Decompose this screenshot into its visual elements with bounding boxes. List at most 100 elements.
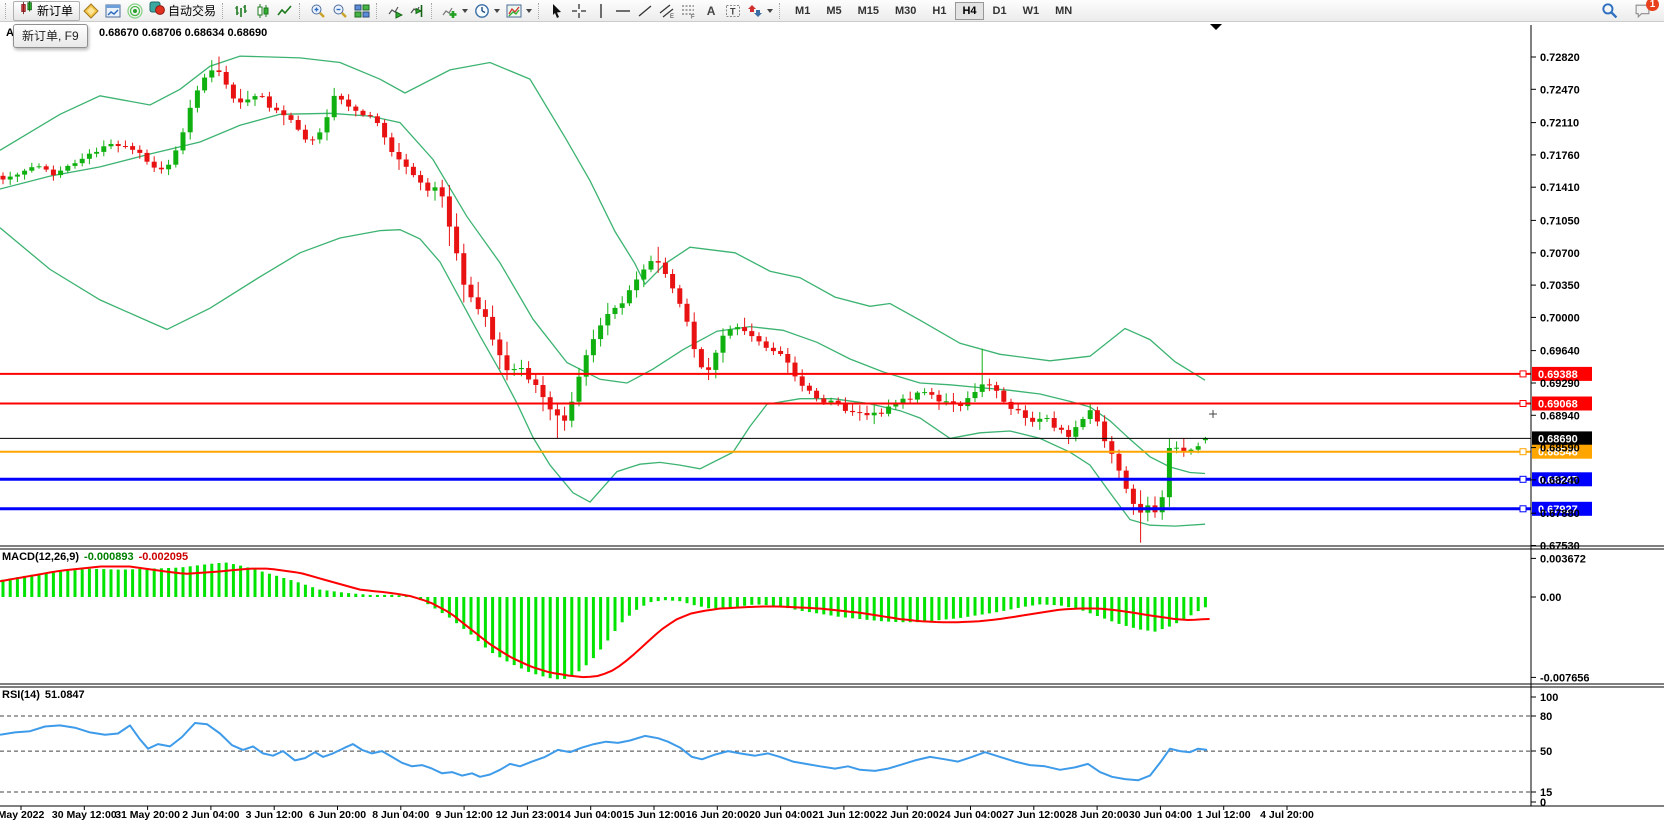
market-window-button[interactable]: [102, 1, 124, 21]
svg-text:0.69290: 0.69290: [1540, 378, 1580, 390]
candlestick-chart-type-button[interactable]: [252, 1, 274, 21]
svg-text:12 Jun 23:00: 12 Jun 23:00: [496, 809, 559, 821]
signal-button[interactable]: [124, 1, 146, 21]
svg-text:0.72110: 0.72110: [1540, 118, 1579, 130]
svg-text:27 Jun 12:00: 27 Jun 12:00: [1002, 809, 1065, 821]
svg-text:0.71760: 0.71760: [1540, 150, 1580, 162]
svg-text:0.71050: 0.71050: [1540, 215, 1580, 227]
trendline-tool-button[interactable]: [634, 1, 656, 21]
new-order-icon: [20, 1, 34, 20]
chevron-down-icon: [462, 9, 468, 13]
tab-timeframe-w1[interactable]: W1: [1016, 2, 1047, 20]
horizontal-line-tool-button[interactable]: [612, 1, 634, 21]
svg-text:28 Jun 20:00: 28 Jun 20:00: [1066, 809, 1129, 821]
svg-text:F: F: [691, 14, 695, 19]
macd-label: MACD(12,26,9): [2, 551, 79, 563]
svg-text:0.67530: 0.67530: [1540, 541, 1580, 553]
svg-text:-0.007656: -0.007656: [1540, 672, 1590, 684]
svg-text:80: 80: [1540, 711, 1552, 723]
bar-chart-type-button[interactable]: [230, 1, 252, 21]
svg-text:0.69068: 0.69068: [1538, 399, 1578, 411]
new-order-label: 新订单: [37, 2, 73, 19]
svg-text:T: T: [730, 6, 736, 16]
chevron-down-icon: [767, 9, 773, 13]
tab-timeframe-h1[interactable]: H1: [925, 2, 953, 20]
main-toolbar: 新订单 自动交易: [0, 0, 1664, 22]
tab-timeframe-d1[interactable]: D1: [986, 2, 1014, 20]
svg-text:0.69640: 0.69640: [1540, 346, 1580, 358]
svg-text:2 Jun 04:00: 2 Jun 04:00: [182, 809, 239, 821]
svg-text:0.70700: 0.70700: [1540, 248, 1580, 260]
search-button[interactable]: [1598, 1, 1621, 21]
toolbar-grip: [431, 3, 436, 19]
toolbar-grip: [779, 3, 784, 19]
equidistant-channel-tool-button[interactable]: E: [656, 1, 678, 21]
svg-text:1 Jul 12:00: 1 Jul 12:00: [1197, 809, 1251, 821]
toolbar-grip: [222, 3, 227, 19]
new-order-button[interactable]: 新订单: [13, 1, 80, 21]
svg-text:9 Jun 12:00: 9 Jun 12:00: [435, 809, 492, 821]
cursor-tool-button[interactable]: [546, 1, 568, 21]
auto-trading-icon: [149, 0, 165, 21]
zoom-in-button[interactable]: [307, 1, 329, 21]
tab-timeframe-m30[interactable]: M30: [888, 2, 923, 20]
auto-scroll-button[interactable]: [384, 1, 406, 21]
tab-timeframe-mn[interactable]: MN: [1048, 2, 1079, 20]
chart-shift-button[interactable]: [406, 1, 428, 21]
svg-text:24 Jun 04:00: 24 Jun 04:00: [939, 809, 1002, 821]
tab-timeframe-m5[interactable]: M5: [819, 2, 848, 20]
toolbar-grip: [538, 3, 543, 19]
svg-text:22 Jun 20:00: 22 Jun 20:00: [876, 809, 939, 821]
svg-text:0.71410: 0.71410: [1540, 182, 1580, 194]
chart-canvas[interactable]: 0.693880.690680.686900.685460.682470.679…: [0, 0, 1664, 821]
svg-text:0.68940: 0.68940: [1540, 410, 1580, 422]
macd-main-value: -0.000893: [84, 551, 134, 563]
svg-text:E: E: [670, 14, 674, 19]
svg-text:30 May 12:00: 30 May 12:00: [52, 809, 117, 821]
indicators-button[interactable]: [439, 1, 471, 21]
zoom-out-button[interactable]: [329, 1, 351, 21]
svg-text:8 Jun 04:00: 8 Jun 04:00: [372, 809, 429, 821]
text-tool-button[interactable]: A: [700, 1, 722, 21]
vertical-line-tool-button[interactable]: [590, 1, 612, 21]
macd-signal-value: -0.002095: [139, 551, 189, 563]
tab-timeframe-m15[interactable]: M15: [851, 2, 886, 20]
periods-button[interactable]: [471, 1, 503, 21]
fibonacci-tool-button[interactable]: F: [678, 1, 700, 21]
svg-text:May 2022: May 2022: [0, 809, 45, 821]
svg-text:6 Jun 20:00: 6 Jun 20:00: [309, 809, 366, 821]
svg-text:15 Jun 12:00: 15 Jun 12:00: [622, 809, 685, 821]
chevron-down-icon: [494, 9, 500, 13]
tab-timeframe-h4[interactable]: H4: [955, 2, 983, 20]
notifications-button[interactable]: 1: [1631, 1, 1654, 21]
svg-text:16 Jun 20:00: 16 Jun 20:00: [686, 809, 749, 821]
tab-timeframe-m1[interactable]: M1: [788, 2, 817, 20]
svg-text:30 Jun 04:00: 30 Jun 04:00: [1129, 809, 1192, 821]
text-label-tool-button[interactable]: T: [722, 1, 744, 21]
tile-windows-button[interactable]: [351, 1, 373, 21]
templates-button[interactable]: [503, 1, 535, 21]
svg-text:31 May 20:00: 31 May 20:00: [115, 809, 180, 821]
notification-badge: 1: [1646, 0, 1659, 11]
chevron-down-icon: [526, 9, 532, 13]
chart-area[interactable]: 0.693880.690680.686900.685460.682470.679…: [0, 0, 1664, 821]
svg-text:14 Jun 04:00: 14 Jun 04:00: [559, 809, 622, 821]
auto-trading-label: 自动交易: [168, 2, 216, 19]
macd-indicator-header: MACD(12,26,9) -0.000893 -0.002095: [2, 551, 193, 563]
svg-text:4 Jul 20:00: 4 Jul 20:00: [1260, 809, 1314, 821]
toolbar-grip: [376, 3, 381, 19]
svg-text:21 Jun 12:00: 21 Jun 12:00: [812, 809, 875, 821]
crosshair-tool-button[interactable]: [568, 1, 590, 21]
svg-text:0.68240: 0.68240: [1540, 475, 1580, 487]
rsi-value: 51.0847: [45, 689, 85, 701]
rsi-label: RSI(14): [2, 689, 40, 701]
auto-trading-button[interactable]: 自动交易: [146, 1, 219, 21]
arrows-tool-button[interactable]: [744, 1, 776, 21]
new-order-tooltip: 新订单, F9: [13, 24, 88, 48]
gold-diamond-button[interactable]: [80, 1, 102, 21]
toolbar-grip: [5, 3, 10, 19]
svg-text:3 Jun 12:00: 3 Jun 12:00: [246, 809, 303, 821]
svg-text:20 Jun 04:00: 20 Jun 04:00: [749, 809, 812, 821]
line-chart-type-button[interactable]: [274, 1, 296, 21]
text-tool-label: A: [707, 4, 716, 18]
